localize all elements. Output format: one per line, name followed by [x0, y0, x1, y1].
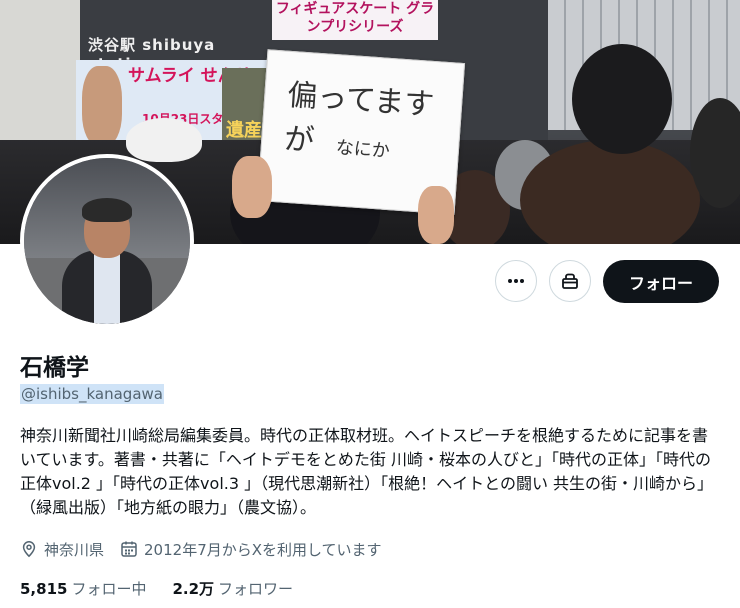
follow-button[interactable]: フォロー	[603, 260, 719, 303]
followers-label: フォロワー	[218, 580, 294, 598]
hand-right	[418, 186, 454, 244]
location-text: 神奈川県	[44, 540, 105, 559]
gift-icon	[562, 273, 578, 289]
sign-text-line2: なにか	[335, 137, 391, 163]
station-sign: 渋谷駅 shibuya station	[88, 36, 216, 73]
location-item: 神奈川県	[20, 539, 104, 560]
following-link[interactable]: 5,815 フォロー中	[20, 578, 146, 599]
calendar-icon	[121, 541, 137, 557]
joined-text: 2012年7月からXを利用しています	[144, 540, 382, 559]
more-options-button[interactable]	[495, 260, 537, 302]
drama-title: 遺産	[226, 120, 262, 141]
more-dots-icon	[508, 279, 524, 283]
joined-item: 2012年7月からXを利用しています	[120, 539, 382, 560]
hand-left	[232, 156, 272, 218]
man-right	[562, 44, 682, 244]
profile-meta: 神奈川県 2012年7月からXを利用しています	[20, 537, 398, 561]
location-pin-icon	[22, 541, 36, 558]
avatar-shirt	[94, 252, 120, 324]
profile-avatar[interactable]	[20, 154, 194, 328]
skating-ad: フィギュアスケート グランプリシリーズ	[272, 0, 438, 40]
man-head	[572, 44, 672, 154]
poster-face	[82, 66, 122, 146]
gift-button[interactable]	[549, 260, 591, 302]
following-label: フォロー中	[71, 580, 147, 598]
avatar-hair	[82, 198, 132, 222]
followers-count: 2.2万	[172, 580, 215, 598]
profile-name: 石橋学	[20, 355, 89, 381]
white-hat	[126, 118, 202, 162]
follow-stats: 5,815 フォロー中 2.2万 フォロワー	[20, 578, 319, 599]
followers-link[interactable]: 2.2万 フォロワー	[172, 578, 293, 599]
following-count: 5,815	[20, 580, 68, 598]
profile-handle: @ishibs_kanagawa	[20, 384, 164, 404]
profile-bio: 神奈川新聞社川崎総局編集委員。時代の正体取材班。ヘイトスピーチを根絶するために記…	[20, 426, 714, 517]
